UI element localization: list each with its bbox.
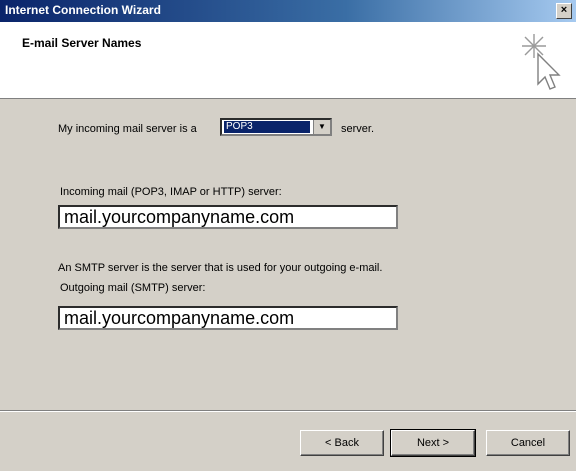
cancel-button[interactable]: Cancel xyxy=(486,430,570,456)
incoming-server-input[interactable]: mail.yourcompanyname.com xyxy=(58,205,398,229)
incoming-type-suffix: server. xyxy=(341,123,375,135)
chevron-down-icon[interactable]: ▼ xyxy=(313,120,330,134)
window-title: Internet Connection Wizard xyxy=(5,3,161,17)
next-button[interactable]: Next > xyxy=(390,429,476,457)
outgoing-server-label: Outgoing mail (SMTP) server: xyxy=(60,282,206,294)
incoming-server-type-select[interactable]: POP3 ▼ xyxy=(220,118,332,136)
wizard-body: My incoming mail server is a POP3 ▼ serv… xyxy=(0,99,576,408)
wizard-window: Internet Connection Wizard × E-mail Serv… xyxy=(0,0,576,471)
footer-divider xyxy=(0,410,576,412)
page-title: E-mail Server Names xyxy=(22,36,142,50)
select-selected-value: POP3 xyxy=(224,121,310,133)
back-button[interactable]: < Back xyxy=(300,430,384,456)
close-button[interactable]: × xyxy=(556,3,572,19)
title-bar: Internet Connection Wizard × xyxy=(0,0,576,22)
wizard-header: E-mail Server Names xyxy=(0,22,576,99)
smtp-explanation-text: An SMTP server is the server that is use… xyxy=(58,262,383,274)
outgoing-server-input[interactable]: mail.yourcompanyname.com xyxy=(58,306,398,330)
incoming-type-label: My incoming mail server is a xyxy=(58,123,197,135)
wizard-sparkle-cursor-icon xyxy=(522,34,561,90)
incoming-server-label: Incoming mail (POP3, IMAP or HTTP) serve… xyxy=(60,186,282,198)
